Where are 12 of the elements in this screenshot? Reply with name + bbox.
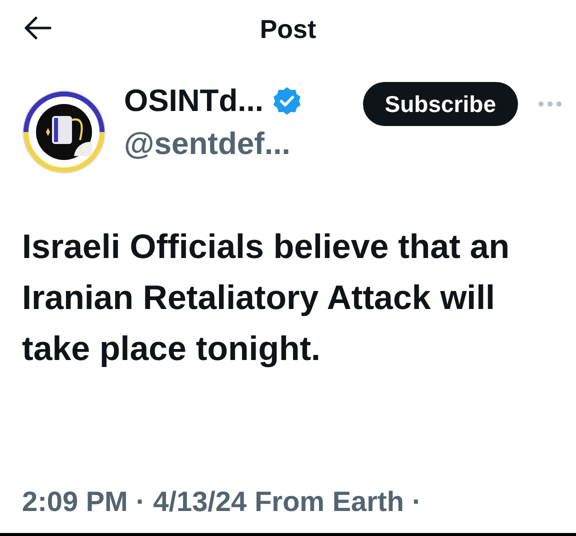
- post-source: From Earth: [254, 485, 404, 519]
- author-handle[interactable]: @sentdef...: [124, 124, 302, 164]
- back-arrow-icon[interactable]: [24, 16, 52, 40]
- post-time[interactable]: 2:09 PM: [22, 481, 128, 523]
- post-date[interactable]: 4/13/24: [153, 481, 247, 523]
- subscribe-button[interactable]: Subscribe: [362, 82, 518, 126]
- separator-dot: ·: [136, 485, 146, 519]
- separator-dot: ·: [412, 485, 422, 519]
- avatar-logo[interactable]: [22, 90, 106, 174]
- author-name[interactable]: OSINTd...: [124, 82, 264, 120]
- page-title: Post: [260, 12, 316, 46]
- post-text: Israeli Officials believe that an Iranian Retaliatory Attack will take place tonight.: [22, 227, 511, 370]
